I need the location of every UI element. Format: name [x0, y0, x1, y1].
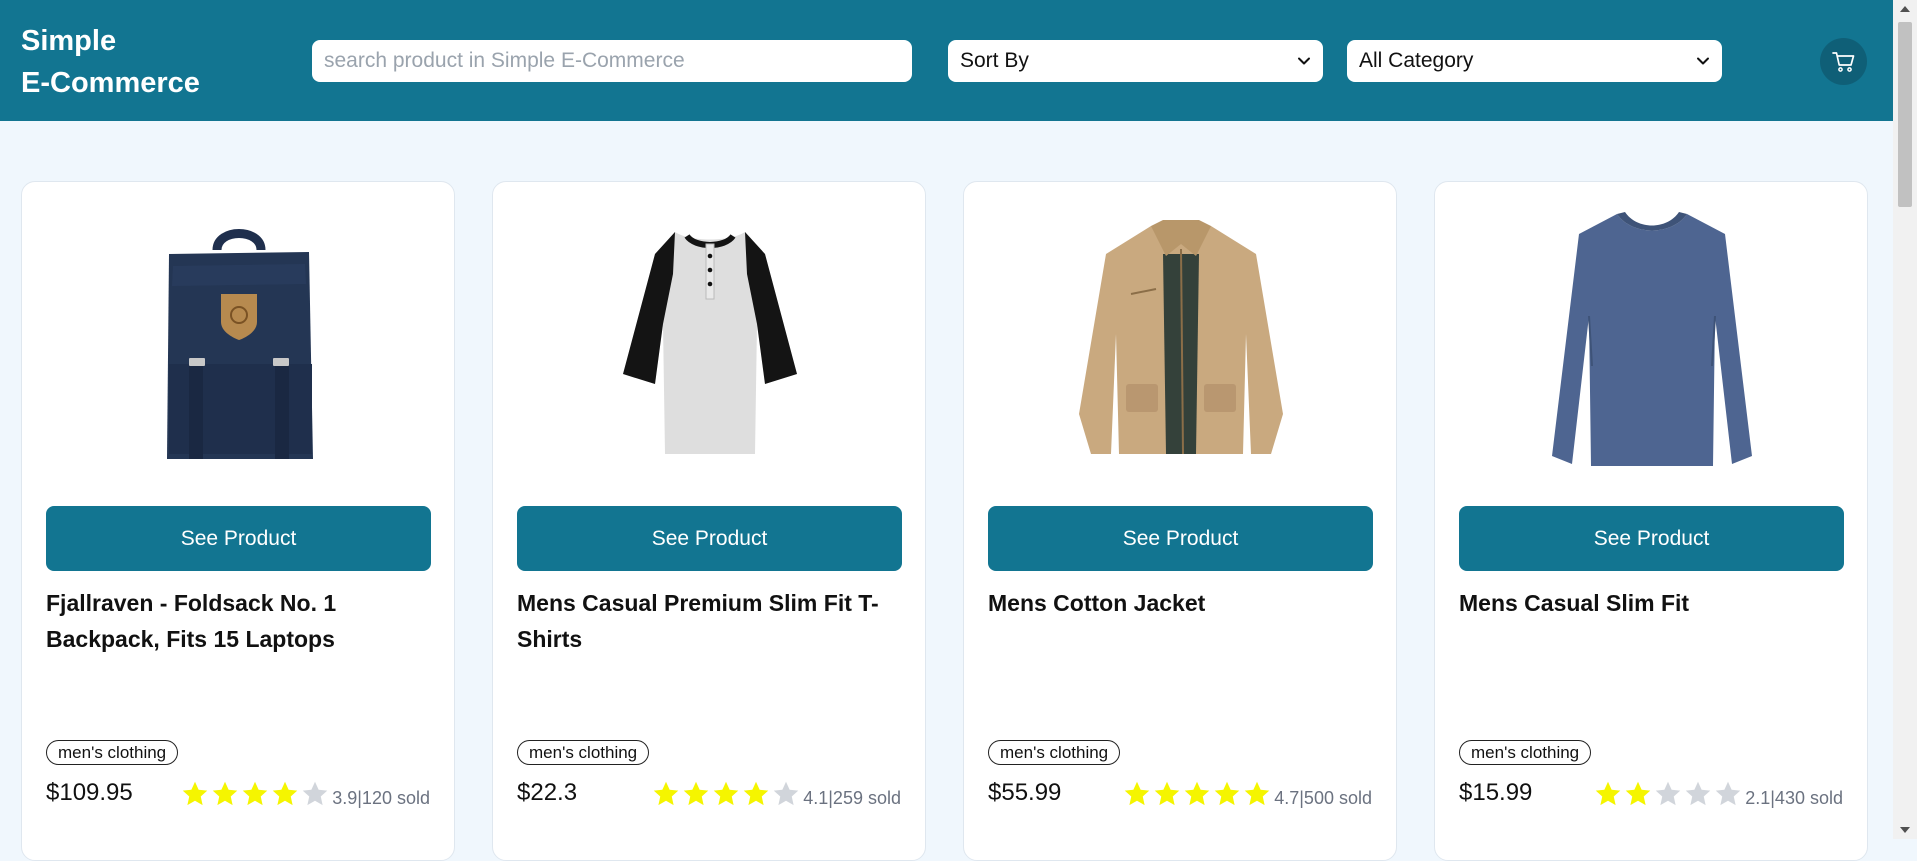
product-image: [518, 206, 902, 471]
sort-select-value: Sort By: [960, 49, 1029, 72]
chevron-down-icon: [1697, 57, 1709, 65]
product-card: See Product Mens Cotton Jacket men's clo…: [963, 181, 1397, 861]
product-price: $22.3: [517, 779, 578, 806]
product-card: See Product Mens Casual Slim Fit men's c…: [1434, 181, 1868, 861]
product-rating: 4.1|259 sold: [651, 779, 901, 809]
raglan-tshirt-image: [623, 231, 797, 454]
product-title[interactable]: Mens Cotton Jacket: [988, 585, 1373, 621]
star-filled-icon: [1184, 781, 1210, 806]
product-price: $55.99: [988, 779, 1062, 806]
product-card: See Product Mens Casual Premium Slim Fit…: [492, 181, 926, 861]
brand-line1: Simple: [21, 25, 117, 57]
search-input[interactable]: [312, 40, 912, 82]
product-title[interactable]: Fjallraven - Foldsack No. 1 Backpack, Fi…: [46, 585, 431, 657]
star-empty-icon: [1655, 781, 1681, 806]
star-rating: [651, 779, 801, 809]
star-filled-icon: [1154, 781, 1180, 806]
product-card: See Product Fjallraven - Foldsack No. 1 …: [21, 181, 455, 861]
star-filled-icon: [683, 781, 709, 806]
star-filled-icon: [1625, 781, 1651, 806]
product-image: [1460, 206, 1844, 471]
product-image: [989, 206, 1373, 471]
star-filled-icon: [1244, 781, 1270, 806]
category-badge: men's clothing: [46, 740, 179, 765]
backpack-image: [167, 228, 313, 459]
star-rating: [1593, 779, 1743, 809]
star-empty-icon: [302, 781, 328, 806]
product-rating: 3.9|120 sold: [180, 779, 430, 809]
product-price: $109.95: [46, 779, 133, 806]
star-rating: [1122, 779, 1272, 809]
see-product-button[interactable]: See Product: [517, 506, 902, 571]
see-product-button[interactable]: See Product: [988, 506, 1373, 571]
category-badge: men's clothing: [517, 740, 650, 765]
scroll-down-arrow-icon[interactable]: [1900, 827, 1910, 833]
brand-line2: E-Commerce: [21, 67, 200, 99]
star-empty-icon: [773, 781, 799, 806]
cart-button[interactable]: [1820, 38, 1867, 85]
sort-select[interactable]: Sort By: [948, 40, 1323, 82]
top-header: Simple E-Commerce Sort By All Category: [0, 0, 1893, 121]
star-filled-icon: [743, 781, 769, 806]
product-rating: 4.7|500 sold: [1122, 779, 1372, 809]
star-filled-icon: [212, 781, 238, 806]
long-sleeve-tee-image: [1552, 212, 1752, 466]
star-empty-icon: [1685, 781, 1711, 806]
see-product-button[interactable]: See Product: [46, 506, 431, 571]
rating-sold-text: 4.7|500 sold: [1274, 787, 1372, 808]
star-filled-icon: [242, 781, 268, 806]
category-select[interactable]: All Category: [1347, 40, 1722, 82]
category-badge: men's clothing: [988, 740, 1121, 765]
scroll-up-arrow-icon[interactable]: [1900, 6, 1910, 12]
star-empty-icon: [1715, 781, 1741, 806]
rating-sold-text: 3.9|120 sold: [332, 787, 430, 808]
star-filled-icon: [272, 781, 298, 806]
rating-sold-text: 2.1|430 sold: [1745, 787, 1843, 808]
star-filled-icon: [713, 781, 739, 806]
star-filled-icon: [1124, 781, 1150, 806]
product-title[interactable]: Mens Casual Slim Fit: [1459, 585, 1844, 621]
cotton-jacket-image: [1079, 219, 1283, 454]
product-title[interactable]: Mens Casual Premium Slim Fit T-Shirts: [517, 585, 902, 657]
product-price: $15.99: [1459, 779, 1533, 806]
product-rating: 2.1|430 sold: [1593, 779, 1843, 809]
brand-logo[interactable]: Simple E-Commerce: [21, 20, 251, 104]
see-product-button[interactable]: See Product: [1459, 506, 1844, 571]
chevron-down-icon: [1298, 57, 1310, 65]
star-filled-icon: [653, 781, 679, 806]
rating-sold-text: 4.1|259 sold: [803, 787, 901, 808]
category-select-value: All Category: [1359, 49, 1474, 72]
star-rating: [180, 779, 330, 809]
star-filled-icon: [1214, 781, 1240, 806]
shopping-cart-icon: [1831, 51, 1854, 72]
category-badge: men's clothing: [1459, 740, 1592, 765]
product-image: [47, 206, 431, 471]
star-filled-icon: [1595, 781, 1621, 806]
scrollbar-thumb[interactable]: [1898, 22, 1912, 207]
star-filled-icon: [182, 781, 208, 806]
page-scrollbar[interactable]: [1893, 0, 1917, 839]
